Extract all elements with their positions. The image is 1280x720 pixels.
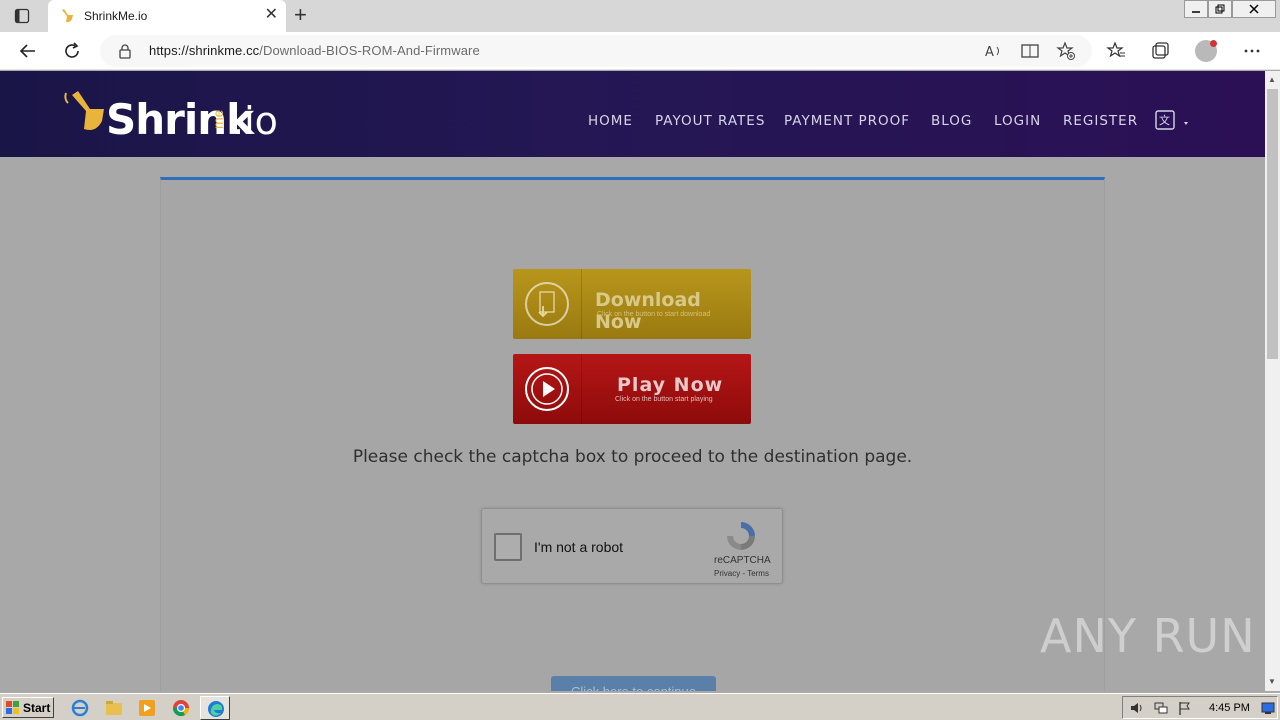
nav-payment-proof[interactable]: PAYMENT PROOF	[784, 113, 910, 129]
address-bar[interactable]: https://shrinkme.cc/Download-BIOS-ROM-An…	[100, 35, 1092, 67]
edge-taskbar-button[interactable]	[200, 696, 230, 720]
read-aloud-icon[interactable]: A	[984, 41, 1004, 61]
nav-register[interactable]: REGISTER	[1063, 113, 1138, 129]
volume-icon[interactable]	[1129, 700, 1145, 720]
minimize-window-button[interactable]	[1184, 0, 1208, 18]
browser-toolbar: https://shrinkme.cc/Download-BIOS-ROM-An…	[0, 32, 1280, 70]
recaptcha-logo-icon	[724, 519, 758, 558]
close-window-button[interactable]	[1232, 0, 1276, 18]
start-label: Start	[23, 701, 51, 715]
lock-icon[interactable]	[118, 43, 132, 64]
download-now-subtitle: Click on the button to start download	[597, 311, 711, 318]
download-button-divider	[581, 269, 582, 339]
chrome-icon[interactable]	[171, 698, 191, 718]
favorites-icon[interactable]	[1104, 39, 1128, 63]
content-panel: Download Now Click on the button to star…	[160, 177, 1105, 691]
show-desktop-icon[interactable]	[1261, 701, 1275, 720]
internet-explorer-icon[interactable]	[70, 698, 90, 718]
refresh-icon[interactable]	[60, 39, 84, 63]
continue-button[interactable]: Click here to continue	[551, 676, 716, 691]
nav-home[interactable]: HOME	[588, 113, 633, 129]
play-now-subtitle: Click on the button start playing	[615, 396, 713, 403]
file-explorer-icon[interactable]	[104, 698, 124, 718]
tab-title: ShrinkMe.io	[84, 9, 148, 23]
taskbar-clock[interactable]: 4:45 PM	[1209, 702, 1250, 714]
nav-payout-rates[interactable]: PAYOUT RATES	[655, 113, 765, 129]
scroll-up-arrow-icon[interactable]: ▲	[1268, 75, 1276, 84]
logo-me: me	[210, 109, 226, 129]
recaptcha-privacy-terms[interactable]: Privacy - Terms	[714, 569, 769, 578]
collections-icon[interactable]	[1148, 39, 1172, 63]
immersive-reader-icon[interactable]	[1020, 41, 1040, 61]
browser-tab[interactable]: ShrinkMe.io ✕	[48, 0, 286, 32]
svg-text:文: 文	[1159, 113, 1170, 127]
recaptcha-checkbox[interactable]	[494, 533, 522, 561]
profile-notification-dot	[1210, 40, 1217, 47]
edge-icon	[208, 701, 224, 717]
web-page: Shrink me .io HOME PAYOUT RATES PAYMENT …	[0, 71, 1265, 691]
shrinkme-favicon-icon	[58, 7, 76, 25]
shrinkme-logo[interactable]: Shrink me .io	[62, 85, 302, 145]
windows-taskbar: Start 4:45 PM	[0, 693, 1280, 720]
play-button-divider	[581, 354, 582, 424]
download-file-icon	[525, 282, 569, 326]
content-panel-body: Download Now Click on the button to star…	[161, 180, 1104, 691]
play-now-button[interactable]: Play Now Click on the button start playi…	[513, 354, 751, 424]
browser-tab-strip: ShrinkMe.io ✕ +	[0, 0, 1280, 32]
play-icon	[525, 367, 569, 411]
add-favorite-icon[interactable]	[1056, 41, 1076, 61]
recaptcha-label: I'm not a robot	[534, 539, 624, 555]
download-now-button[interactable]: Download Now Click on the button to star…	[513, 269, 751, 339]
nav-blog[interactable]: BLOG	[931, 113, 972, 129]
language-selector[interactable]: 文	[1154, 109, 1194, 133]
network-icon[interactable]	[1153, 700, 1169, 720]
more-options-icon[interactable]	[1240, 39, 1264, 63]
site-navbar: Shrink me .io HOME PAYOUT RATES PAYMENT …	[0, 71, 1265, 157]
start-button[interactable]: Start	[2, 697, 54, 718]
captcha-instruction: Please check the captcha box to proceed …	[352, 447, 913, 467]
back-arrow-icon[interactable]	[16, 39, 40, 63]
windows-flag-icon	[6, 701, 19, 714]
close-tab-icon[interactable]: ✕	[265, 7, 278, 23]
scrollbar-thumb[interactable]	[1267, 89, 1278, 359]
anyrun-watermark: ANY RUN	[1040, 609, 1256, 663]
system-tray: 4:45 PM	[1122, 696, 1278, 719]
media-player-icon[interactable]	[137, 698, 157, 718]
restore-window-button[interactable]	[1208, 0, 1232, 18]
recaptcha-brand: reCAPTCHA	[714, 555, 771, 566]
play-now-title: Play Now	[617, 374, 724, 396]
url-text[interactable]: https://shrinkme.cc/Download-BIOS-ROM-An…	[149, 43, 480, 58]
tab-actions-icon[interactable]	[14, 8, 30, 24]
logo-io: .io	[232, 99, 278, 143]
scroll-down-arrow-icon[interactable]: ▼	[1268, 677, 1276, 686]
nav-login[interactable]: LOGIN	[994, 113, 1041, 129]
svg-text:A: A	[985, 45, 994, 60]
page-scrollbar[interactable]: ▲ ▼	[1265, 71, 1280, 691]
recaptcha-widget: I'm not a robot reCAPTCHA Privacy - Term…	[481, 508, 783, 584]
action-center-flag-icon[interactable]	[1177, 700, 1193, 720]
new-tab-icon[interactable]: +	[294, 4, 307, 26]
